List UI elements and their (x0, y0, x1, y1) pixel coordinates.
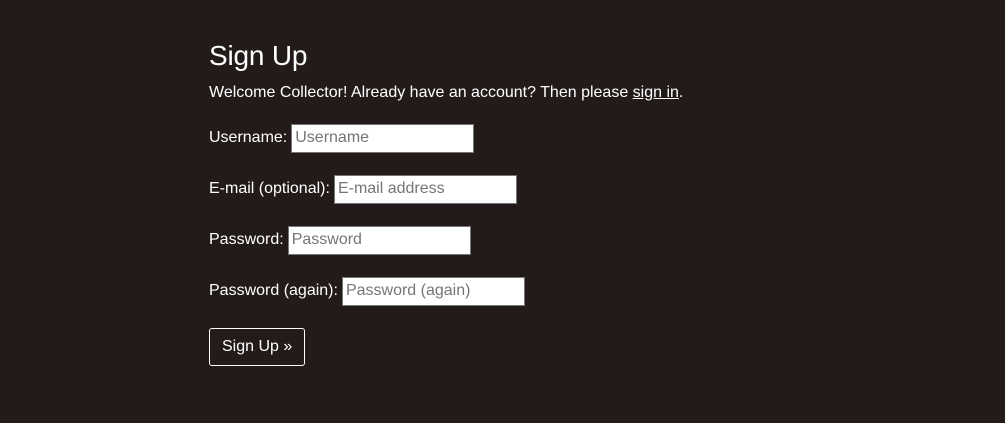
password-again-row: Password (again): (209, 276, 909, 306)
welcome-period: . (678, 84, 684, 101)
username-label: Username: (209, 129, 288, 146)
signup-form: Username: E-mail (optional): Password: P… (209, 123, 909, 366)
username-input[interactable] (291, 123, 475, 153)
password-again-label: Password (again): (209, 282, 338, 299)
welcome-message: Welcome Collector! Already have an accou… (209, 84, 633, 101)
page-title: Sign Up (209, 40, 308, 71)
email-input[interactable] (333, 174, 517, 204)
signup-container: Sign Up Welcome Collector! Already have … (209, 36, 909, 366)
email-row: E-mail (optional): (209, 174, 909, 204)
password-label: Password: (209, 231, 284, 248)
email-label: E-mail (optional): (209, 180, 330, 197)
password-again-input[interactable] (341, 276, 525, 306)
password-input[interactable] (287, 225, 471, 255)
password-row: Password: (209, 225, 909, 255)
username-row: Username: (209, 123, 909, 153)
welcome-text: Welcome Collector! Already have an accou… (209, 81, 909, 105)
sign-in-link[interactable]: sign in (633, 84, 679, 101)
sign-up-button[interactable]: Sign Up » (209, 328, 306, 366)
